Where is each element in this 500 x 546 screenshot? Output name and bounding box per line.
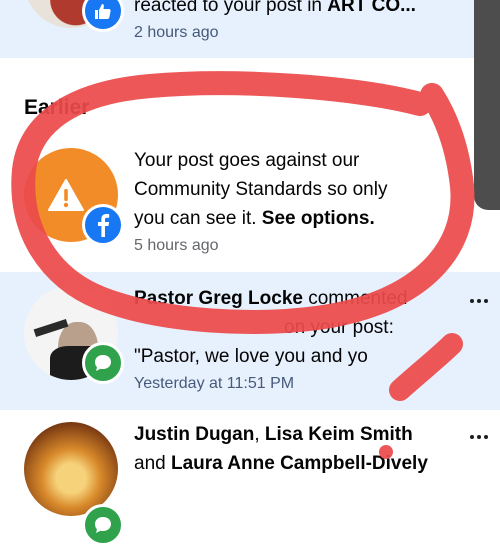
like-badge [82, 0, 124, 32]
more-options-button[interactable] [470, 296, 492, 306]
warning-icon [48, 179, 84, 211]
notification-message: reacted to your post in [134, 0, 328, 16]
see-options-link[interactable]: See options. [262, 208, 375, 229]
notification-text: Justin Dugan, Lisa Keim Smith and Laura … [134, 420, 474, 478]
section-heading: Earlier [24, 96, 90, 119]
notification-time: 5 hours ago [134, 237, 219, 254]
comment-icon [95, 517, 111, 533]
user-avatar [24, 422, 118, 516]
notification-message: commented [302, 288, 408, 309]
actor-name[interactable]: Pastor Greg Locke [134, 288, 303, 309]
actor-name[interactable]: Laura Anne Campbell-Dively [171, 453, 428, 474]
notification-text: Pastor Greg Locke commented on your post… [134, 284, 459, 397]
scrollbar[interactable] [474, 0, 500, 210]
comment-preview: "Pastor, we love you and yo [134, 346, 368, 367]
comment-badge [82, 504, 124, 546]
notification-reaction[interactable]: reacted to your post in ART CO... 2 hour… [0, 0, 500, 58]
comment-badge [82, 342, 124, 384]
group-name: ART CO... [327, 0, 416, 16]
avatar [24, 0, 124, 32]
notification-comment[interactable]: Pastor Greg Locke commented on your post… [0, 272, 500, 410]
avatar [24, 422, 124, 546]
notification-line: Community Standards so only [134, 179, 388, 200]
notification-line: Your post goes against our [134, 150, 360, 171]
more-options-button[interactable] [470, 432, 492, 442]
notification-time: Yesterday at 11:51 PM [134, 375, 295, 392]
actor-name[interactable]: Justin Dugan [134, 424, 254, 445]
notification-line: on your post: [284, 317, 394, 338]
conjunction: and [134, 453, 171, 474]
avatar [24, 148, 124, 246]
name-separator: , [254, 424, 265, 445]
comment-icon [95, 355, 111, 371]
notification-line: you can see it. [134, 208, 262, 229]
facebook-badge [82, 204, 124, 246]
like-icon [95, 4, 111, 19]
facebook-icon [98, 214, 110, 237]
notification-community-standards[interactable]: Your post goes against our Community Sta… [0, 130, 500, 272]
actor-name[interactable]: Lisa Keim Smith [265, 424, 413, 445]
notification-comment[interactable]: Justin Dugan, Lisa Keim Smith and Laura … [0, 410, 500, 546]
avatar [24, 286, 124, 384]
notification-time: 2 hours ago [134, 24, 219, 41]
notification-text: reacted to your post in ART CO... 2 hour… [134, 0, 464, 46]
notification-text: Your post goes against our Community Sta… [134, 146, 464, 259]
